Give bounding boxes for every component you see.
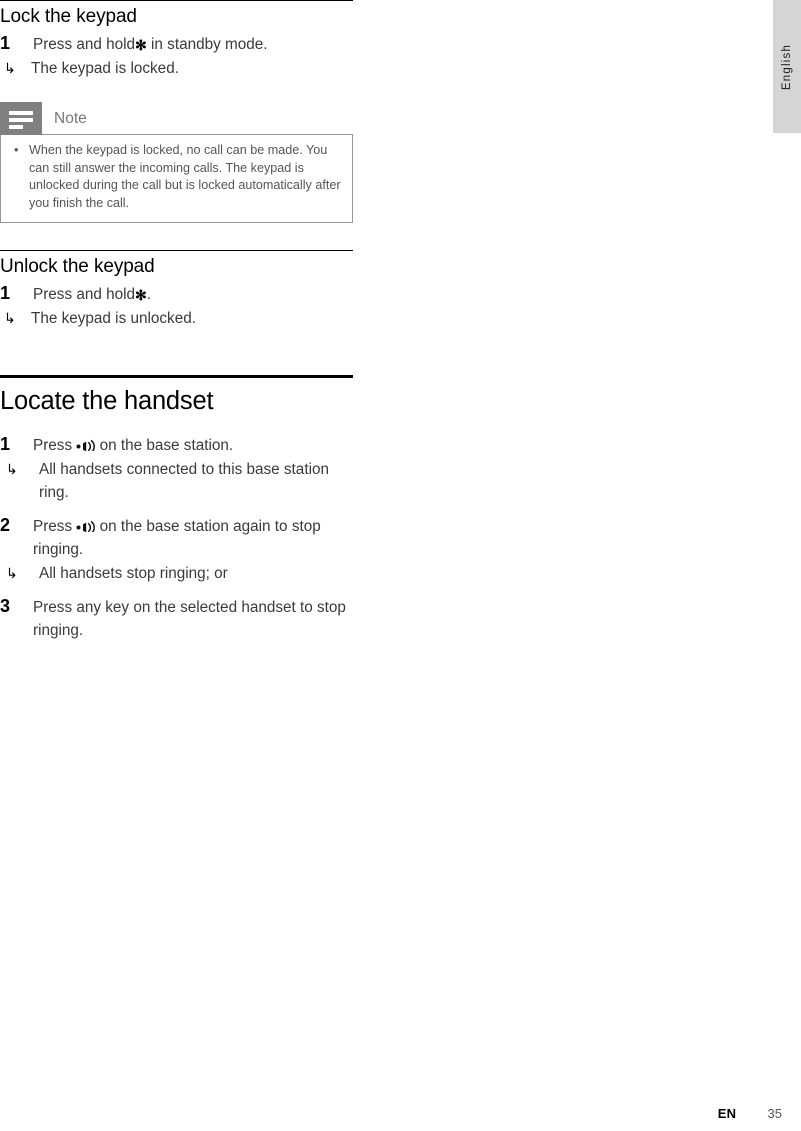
- step-text-before: Press: [33, 518, 73, 536]
- paging-key-icon: [76, 520, 96, 533]
- section-title-unlock-the-keypad: Unlock the keypad: [0, 256, 155, 278]
- step-number: 3: [0, 595, 11, 616]
- note-header: Note: [0, 101, 355, 135]
- step-item: 1 Press and hold✻.: [0, 283, 355, 307]
- footer-language-code: EN: [717, 1106, 737, 1121]
- step-number: 1: [0, 434, 11, 455]
- page-footer: EN 35: [0, 1106, 782, 1121]
- step-item: 2 Press on the base station again to sto…: [0, 515, 355, 562]
- note-label: Note: [54, 109, 87, 127]
- step-item: 1 Press on the base station.: [0, 434, 355, 458]
- note-lines-icon: [0, 101, 42, 135]
- result-text: The keypad is locked.: [31, 59, 179, 77]
- step-text: Press and hold✻ in standby mode.: [33, 36, 268, 53]
- step-text: Press any key on the selected handset to…: [33, 598, 346, 639]
- note-body: • When the keypad is locked, no call can…: [0, 133, 353, 224]
- step-result: ↳ All handsets stop ringing; or: [0, 563, 355, 586]
- step-text: Press on the base station.: [33, 437, 233, 454]
- chapter-title-locate-the-handset: Locate the handset: [0, 386, 214, 415]
- step-text-before: Press and hold: [33, 286, 136, 304]
- result-arrow-icon: ↳: [6, 564, 18, 581]
- content-column: Lock the keypad 1 Press and hold✻ in sta…: [0, 0, 355, 643]
- step-result: ↳ The keypad is unlocked.: [0, 308, 355, 331]
- step-text-before: Press and hold: [33, 35, 136, 53]
- step-text: Press on the base station again to stop …: [33, 518, 321, 558]
- section-title-lock-the-keypad: Lock the keypad: [0, 6, 137, 27]
- language-tab-label: English: [781, 43, 793, 90]
- step-item: 1 Press and hold✻ in standby mode.: [0, 32, 355, 57]
- step-text-after: on the base station.: [99, 437, 234, 455]
- result-arrow-icon: ↳: [4, 59, 16, 76]
- footer-page-number: 35: [767, 1106, 782, 1121]
- section-rule-unlock: [0, 250, 353, 252]
- step-text-before: Press: [33, 437, 73, 455]
- result-arrow-icon: ↳: [4, 310, 16, 326]
- note-item-text: When the keypad is locked, no call can b…: [29, 142, 341, 211]
- result-text: All handsets connected to this base stat…: [39, 461, 329, 502]
- star-key-icon: ✻: [135, 36, 147, 53]
- language-tab: English: [773, 0, 801, 133]
- note-box: Note • When the keypad is locked, no cal…: [0, 101, 355, 224]
- step-number: 2: [0, 515, 11, 536]
- step-result: ↳ The keypad is locked.: [0, 58, 355, 81]
- result-text: All handsets stop ringing; or: [39, 564, 228, 582]
- step-item: 3 Press any key on the selected handset …: [0, 595, 355, 643]
- step-result: ↳ All handsets connected to this base st…: [0, 459, 355, 505]
- note-list-item: • When the keypad is locked, no call can…: [11, 142, 342, 214]
- chapter-rule: [0, 374, 353, 378]
- step-text-after: .: [146, 286, 152, 304]
- step-text-after: in standby mode.: [151, 35, 268, 53]
- star-key-icon: ✻: [135, 287, 147, 304]
- result-text: The keypad is unlocked.: [31, 310, 196, 327]
- step-number: 1: [0, 32, 11, 53]
- section-rule-top: [0, 0, 353, 1]
- result-arrow-icon: ↳: [6, 461, 18, 478]
- bullet-icon: •: [14, 142, 19, 157]
- paging-key-icon: [76, 439, 96, 452]
- step-number: 1: [0, 283, 11, 304]
- step-text: Press and hold✻.: [33, 286, 151, 303]
